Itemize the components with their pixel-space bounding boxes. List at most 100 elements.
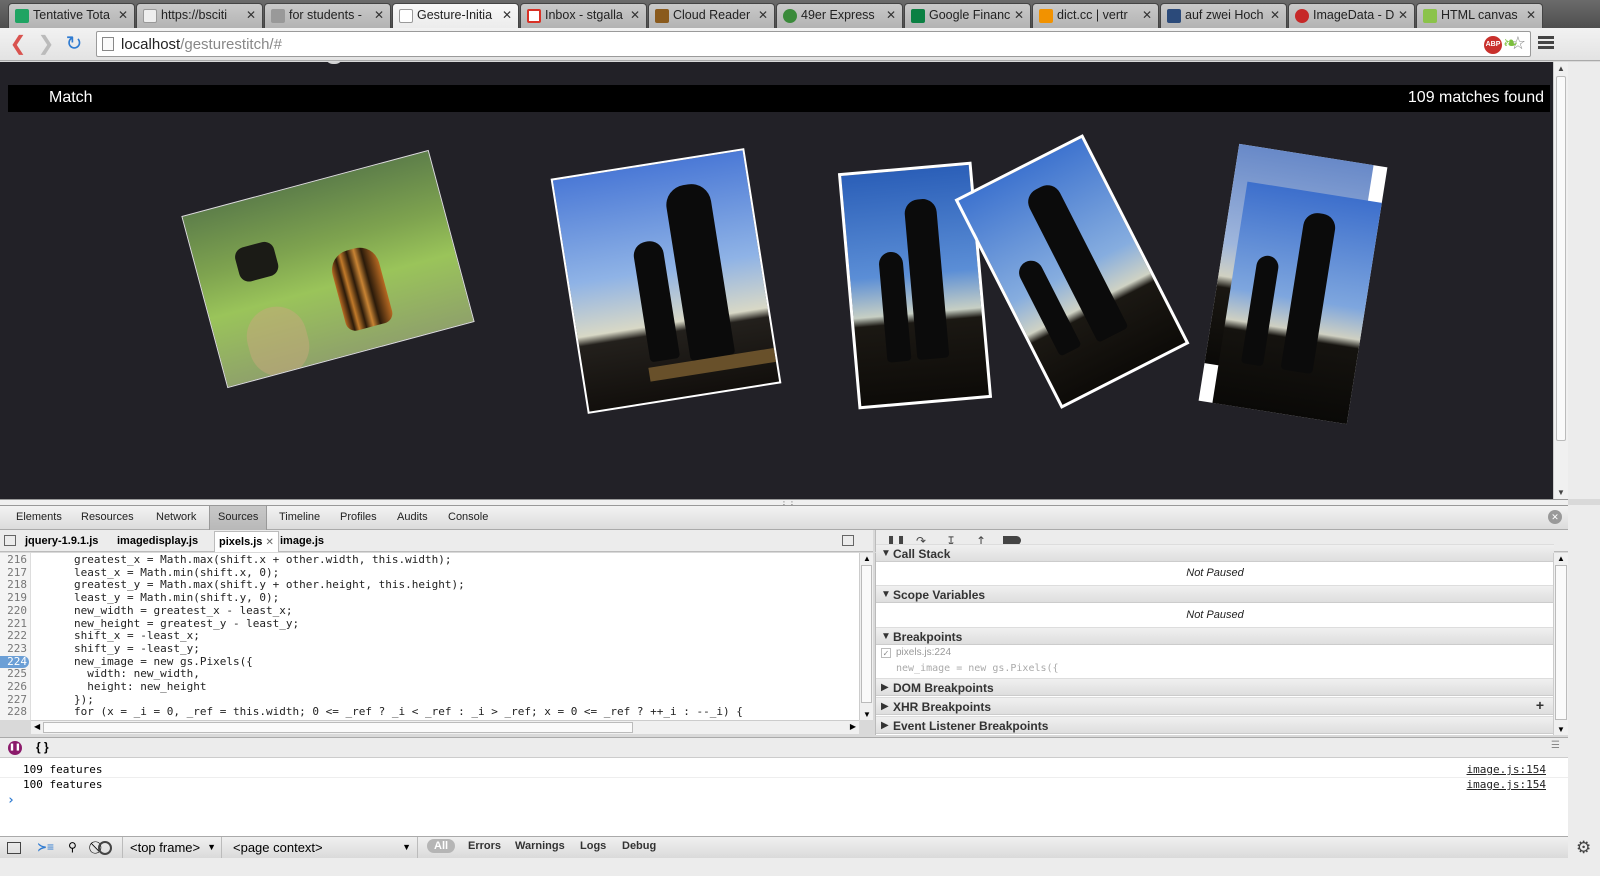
line-number[interactable]: 226 xyxy=(0,680,29,694)
breakpoint-checkbox[interactable]: ✓ xyxy=(881,648,891,658)
scrollbar-thumb[interactable] xyxy=(861,565,872,703)
filter-warnings[interactable]: Warnings xyxy=(515,840,565,852)
tab-elements[interactable]: Elements xyxy=(16,511,62,523)
tab-profiles[interactable]: Profiles xyxy=(340,511,377,523)
browser-tab[interactable]: for students - ✕ xyxy=(264,3,391,28)
scroll-down-icon[interactable]: ▼ xyxy=(863,710,871,719)
tab-timeline[interactable]: Timeline xyxy=(279,511,320,523)
close-icon[interactable]: ✕ xyxy=(118,8,128,22)
dom-breakpoints-header[interactable]: ▶ DOM Breakpoints xyxy=(876,678,1554,696)
scroll-up-icon[interactable]: ▲ xyxy=(863,554,871,563)
close-icon[interactable]: ✕ xyxy=(1270,8,1280,22)
browser-tab[interactable]: dict.cc | vertr ✕ xyxy=(1032,3,1159,28)
silhouette-photo[interactable] xyxy=(954,134,1190,409)
browser-tab-active[interactable]: Gesture-Initia ✕ xyxy=(392,3,519,28)
pretty-print-button[interactable]: { } xyxy=(36,740,49,754)
line-number[interactable]: 222 xyxy=(0,629,29,643)
browser-tab[interactable]: Google Financ ✕ xyxy=(904,3,1031,28)
console-source-link[interactable]: image.js:154 xyxy=(1467,778,1546,791)
tab-console[interactable]: Console xyxy=(448,511,488,523)
code-hscrollbar[interactable]: ◀ ▶ xyxy=(31,720,859,734)
tab-resources[interactable]: Resources xyxy=(81,511,134,523)
scroll-right-icon[interactable]: ▶ xyxy=(850,722,856,731)
close-icon[interactable]: ✕ xyxy=(1014,8,1024,22)
close-icon[interactable]: ✕ xyxy=(1398,8,1408,22)
scrollbar-thumb[interactable] xyxy=(1556,76,1566,441)
console-drawer-icon[interactable]: ≻≡ xyxy=(37,840,54,854)
gear-icon[interactable]: ⚙ xyxy=(1576,838,1591,858)
reload-icon[interactable]: ↻ xyxy=(62,32,86,56)
scroll-up-icon[interactable]: ▲ xyxy=(1557,64,1565,73)
console-prompt[interactable]: › xyxy=(7,793,15,808)
extension-leaf-icon[interactable]: ❧ xyxy=(1503,33,1521,53)
browser-tab[interactable]: https://bsciti ✕ xyxy=(136,3,263,28)
filter-logs[interactable]: Logs xyxy=(580,840,606,852)
filter-errors[interactable]: Errors xyxy=(468,840,501,852)
scope-variables-header[interactable]: ▼ Scope Variables xyxy=(876,585,1554,603)
file-tab-image[interactable]: image.js xyxy=(280,535,324,547)
file-tab-pixels[interactable]: pixels.js ✕ xyxy=(214,531,279,552)
browser-tab[interactable]: Cloud Reader ✕ xyxy=(648,3,775,28)
tab-audits[interactable]: Audits xyxy=(397,511,428,523)
browser-tab[interactable]: Tentative Tota ✕ xyxy=(8,3,135,28)
silhouette-photo[interactable] xyxy=(550,148,782,414)
address-bar[interactable]: localhost/gesturestitch/# ABP ☆ xyxy=(96,31,1531,57)
call-stack-header[interactable]: ▼ Call Stack xyxy=(876,544,1554,562)
frame-select[interactable]: <top frame> ▼ xyxy=(122,837,222,858)
debugger-toggle-icon[interactable] xyxy=(842,535,854,546)
back-arrow-icon[interactable]: ❮ xyxy=(6,32,30,56)
file-tab-imagedisplay[interactable]: imagedisplay.js xyxy=(117,535,198,547)
hamburger-menu-icon[interactable] xyxy=(1538,34,1554,52)
scroll-left-icon[interactable]: ◀ xyxy=(34,722,40,731)
close-icon[interactable]: ✕ xyxy=(265,537,273,548)
line-number[interactable]: 219 xyxy=(0,591,29,605)
line-number[interactable]: 229 xyxy=(0,718,29,720)
close-icon[interactable]: ✕ xyxy=(630,8,640,22)
tiger-photo[interactable] xyxy=(181,149,475,389)
tab-network[interactable]: Network xyxy=(156,511,196,523)
line-number[interactable]: 216 xyxy=(0,553,29,567)
browser-tab[interactable]: ImageData - D ✕ xyxy=(1288,3,1415,28)
close-icon[interactable]: ✕ xyxy=(1526,8,1536,22)
scrollbar-thumb[interactable] xyxy=(1555,565,1567,720)
xhr-breakpoints-header[interactable]: ▶ XHR Breakpoints + xyxy=(876,697,1554,715)
add-icon[interactable]: + xyxy=(1536,697,1544,713)
line-number[interactable]: 223 xyxy=(0,642,29,656)
browser-tab[interactable]: HTML canvas ✕ xyxy=(1416,3,1543,28)
close-devtools-icon[interactable]: ✕ xyxy=(1548,510,1562,524)
scroll-up-icon[interactable]: ▲ xyxy=(1557,554,1565,563)
close-icon[interactable]: ✕ xyxy=(1142,8,1152,22)
close-icon[interactable]: ✕ xyxy=(374,8,384,22)
page-scrollbar[interactable]: ▲ ▼ xyxy=(1553,62,1568,499)
no-entry-icon[interactable] xyxy=(98,841,112,855)
context-select[interactable]: <page context> ▼ xyxy=(224,837,418,858)
sidebar-scrollbar[interactable]: ▲ ▼ xyxy=(1553,553,1568,735)
navigator-toggle-icon[interactable] xyxy=(4,535,16,546)
breakpoints-header[interactable]: ▼ Breakpoints xyxy=(876,627,1554,645)
filter-debug[interactable]: Debug xyxy=(622,840,656,852)
close-icon[interactable]: ✕ xyxy=(758,8,768,22)
url-text[interactable]: localhost/gesturestitch/# xyxy=(121,36,282,53)
scroll-down-icon[interactable]: ▼ xyxy=(1557,488,1565,497)
browser-tab[interactable]: 49er Express ✕ xyxy=(776,3,903,28)
code-editor[interactable]: 216 greatest_x = Math.max(shift.x + other… xyxy=(0,553,859,720)
close-icon[interactable]: ✕ xyxy=(246,8,256,22)
console-source-link[interactable]: image.js:154 xyxy=(1467,763,1546,776)
stitched-image[interactable] xyxy=(1198,143,1388,425)
close-icon[interactable]: ✕ xyxy=(502,8,512,22)
breakpoint-location[interactable]: pixels.js:224 xyxy=(896,647,951,658)
code-scrollbar[interactable]: ▲ ▼ xyxy=(859,553,873,720)
event-listener-breakpoints-header[interactable]: ▶ Event Listener Breakpoints xyxy=(876,716,1554,734)
forward-arrow-icon[interactable]: ❯ xyxy=(34,32,58,56)
scroll-down-icon[interactable]: ▼ xyxy=(1557,725,1565,734)
browser-tab[interactable]: auf zwei Hoch ✕ xyxy=(1160,3,1287,28)
tab-sources[interactable]: Sources xyxy=(209,506,268,530)
close-icon[interactable]: ✕ xyxy=(886,8,896,22)
match-label[interactable]: Match xyxy=(49,89,93,107)
dock-icon[interactable] xyxy=(7,842,21,854)
filter-all[interactable]: All xyxy=(427,839,456,853)
pause-on-exceptions-icon[interactable]: ❚❚ xyxy=(8,741,22,755)
line-number[interactable]: 220 xyxy=(0,604,29,618)
search-icon[interactable]: ⚲ xyxy=(68,840,77,854)
file-tab-jquery[interactable]: jquery-1.9.1.js xyxy=(25,535,98,547)
